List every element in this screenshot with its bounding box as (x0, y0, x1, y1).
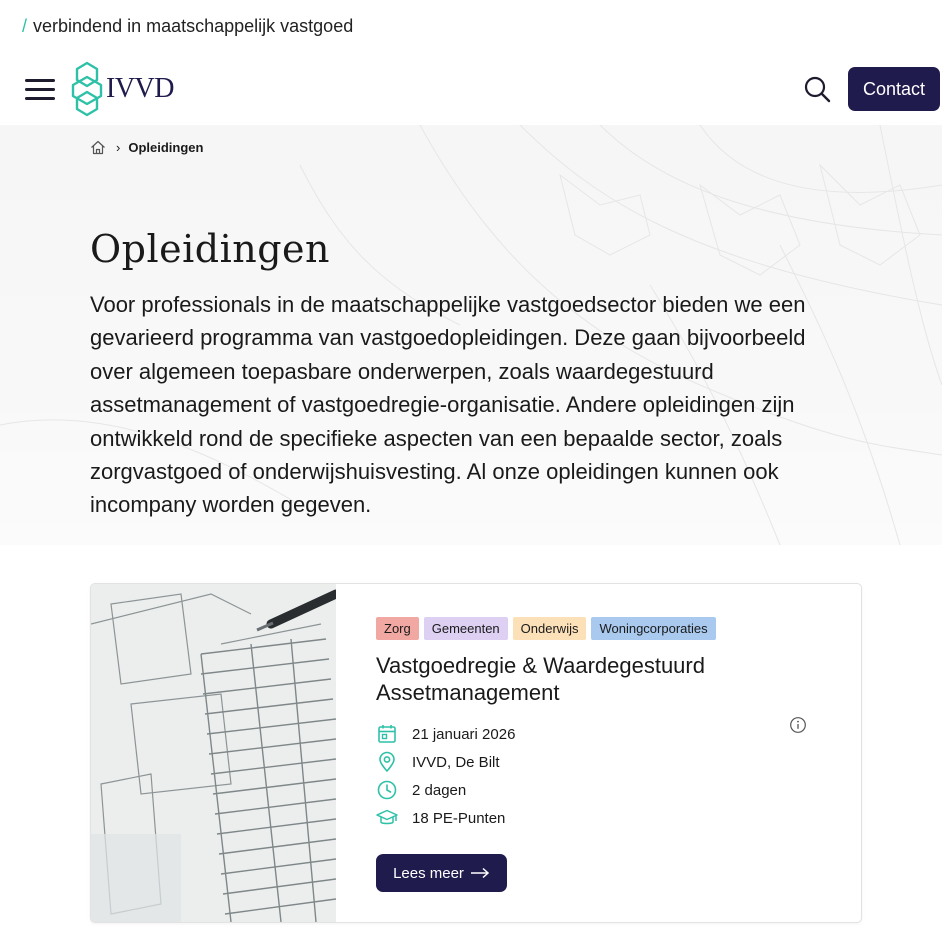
course-points-row: 18 PE-Punten (376, 804, 515, 832)
page-intro: Voor professionals in de maatschappelijk… (90, 292, 806, 518)
tag-gemeenten[interactable]: Gemeenten (423, 617, 508, 640)
hamburger-line (25, 97, 55, 100)
logo-mark-icon (71, 61, 103, 117)
course-meta: 21 januari 2026 IVVD, De Bilt 2 dagen 18… (376, 720, 515, 832)
tagline-slash: / (22, 16, 28, 36)
clock-icon (377, 780, 397, 800)
course-date: 21 januari 2026 (412, 725, 516, 743)
course-duration: 2 dagen (412, 781, 467, 799)
search-button[interactable] (803, 75, 831, 103)
read-more-label: Lees meer (393, 864, 464, 882)
calendar-icon (378, 725, 396, 743)
breadcrumb: › Opleidingen (90, 140, 203, 155)
tag-woningcorporaties[interactable]: Woningcorporaties (591, 617, 716, 640)
course-location-row: IVVD, De Bilt (376, 748, 515, 776)
logo-text: IVVD (106, 73, 175, 104)
hamburger-line (25, 88, 55, 91)
graduation-cap-icon (376, 809, 398, 825)
home-icon[interactable] (90, 140, 106, 155)
course-card[interactable]: Zorg Gemeenten Onderwijs Woningcorporati… (90, 583, 862, 923)
tagline-text: verbindend in maatschappelijk vastgoed (33, 16, 354, 36)
search-icon (804, 76, 831, 103)
course-points: 18 PE-Punten (412, 809, 506, 827)
course-date-row: 21 januari 2026 (376, 720, 515, 748)
info-icon[interactable] (789, 716, 807, 734)
contact-button[interactable]: Contact (848, 67, 940, 111)
menu-button[interactable] (25, 76, 55, 102)
course-title[interactable]: Vastgoedregie & Waardegestuurd Assetmana… (376, 652, 776, 706)
tagline: / verbindend in maatschappelijk vastgoed (22, 16, 353, 37)
course-image (91, 584, 341, 922)
course-tags: Zorg Gemeenten Onderwijs Woningcorporati… (376, 617, 716, 640)
breadcrumb-current: Opleidingen (128, 140, 204, 155)
arrow-right-icon (470, 867, 490, 879)
chevron-right-icon: › (116, 140, 121, 155)
course-duration-row: 2 dagen (376, 776, 515, 804)
read-more-button[interactable]: Lees meer (376, 854, 507, 892)
course-location: IVVD, De Bilt (412, 753, 500, 771)
location-pin-icon (379, 751, 395, 773)
tag-onderwijs[interactable]: Onderwijs (512, 617, 587, 640)
logo[interactable]: IVVD (70, 60, 175, 118)
tag-zorg[interactable]: Zorg (376, 617, 419, 640)
page-title: Opleidingen (90, 227, 331, 271)
hamburger-line (25, 79, 55, 82)
